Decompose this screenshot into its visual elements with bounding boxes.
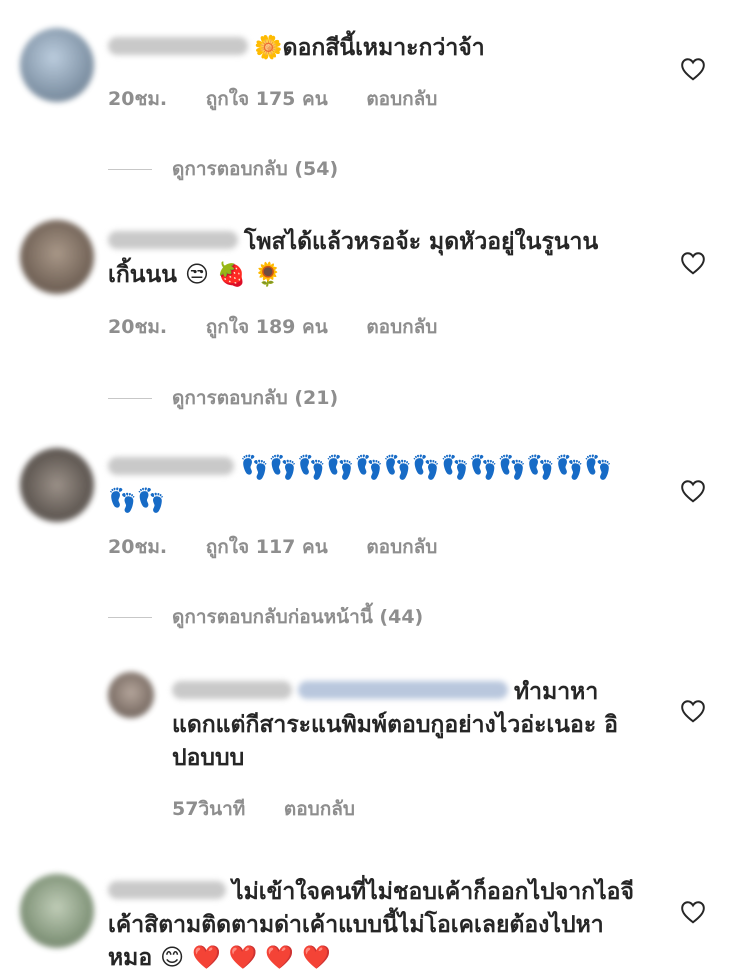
username-blurred[interactable]	[108, 230, 238, 249]
comment-meta: 57วินาที ตอบกลับ	[172, 794, 387, 824]
heart-icon[interactable]	[680, 57, 706, 81]
comment-text: 👣👣👣👣👣👣👣👣👣👣👣👣👣👣👣	[108, 452, 628, 518]
timestamp: 20ชม.	[108, 316, 168, 338]
avatar[interactable]	[20, 220, 94, 294]
timestamp: 20ชม.	[108, 88, 168, 110]
username-blurred[interactable]	[108, 456, 234, 475]
avatar[interactable]	[108, 672, 154, 718]
view-replies-1[interactable]: ดูการตอบกลับ (54)	[108, 154, 338, 184]
divider-line	[108, 617, 152, 618]
like-count[interactable]: ถูกใจ 175 คน	[206, 88, 328, 110]
username-blurred[interactable]	[172, 680, 292, 699]
comment-meta: 20ชม. ถูกใจ 175 คน ตอบกลับ	[108, 84, 469, 114]
view-replies-2[interactable]: ดูการตอบกลับ (21)	[108, 383, 338, 413]
mention-blurred[interactable]	[298, 680, 508, 699]
username-blurred[interactable]	[108, 880, 226, 899]
comment-text: โพสได้แล้วหรอจ้ะ มุดหัวอยู่ในรูนานเกิ้นน…	[108, 226, 648, 292]
comment-meta: 20ชม. ถูกใจ 117 คน ตอบกลับ	[108, 532, 469, 562]
like-count[interactable]: ถูกใจ 117 คน	[206, 536, 328, 558]
comment-body: 🌼ดอกสีนี้เหมาะกว่าจ้า	[254, 35, 485, 61]
view-replies-label[interactable]: ดูการตอบกลับ (21)	[172, 387, 338, 409]
heart-icon[interactable]	[680, 479, 706, 503]
divider-line	[108, 398, 152, 399]
comment-text: ทำมาหาแดกแต่กีสาระแนพิมพ์ตอบกูอย่างไวอ่ะ…	[172, 676, 632, 775]
avatar[interactable]	[20, 28, 94, 102]
view-replies-label[interactable]: ดูการตอบกลับก่อนหน้านี้ (44)	[172, 606, 423, 628]
reply-button[interactable]: ตอบกลับ	[366, 536, 437, 558]
view-replies-label[interactable]: ดูการตอบกลับ (54)	[172, 158, 338, 180]
avatar[interactable]	[20, 448, 94, 522]
comment-text: 🌼ดอกสีนี้เหมาะกว่าจ้า	[108, 32, 648, 65]
timestamp: 20ชม.	[108, 536, 168, 558]
reply-button[interactable]: ตอบกลับ	[366, 88, 437, 110]
reply-button[interactable]: ตอบกลับ	[284, 798, 355, 820]
heart-icon[interactable]	[680, 699, 706, 723]
comment-text: ไม่เข้าใจคนที่ไม่ชอบเค้าก็ออกไปจากไอจีเค…	[108, 876, 636, 975]
username-blurred[interactable]	[108, 36, 248, 55]
heart-icon[interactable]	[680, 251, 706, 275]
reply-button[interactable]: ตอบกลับ	[366, 316, 437, 338]
comment-meta: 20ชม. ถูกใจ 189 คน ตอบกลับ	[108, 312, 469, 342]
like-count[interactable]: ถูกใจ 189 คน	[206, 316, 328, 338]
view-previous-replies[interactable]: ดูการตอบกลับก่อนหน้านี้ (44)	[108, 602, 423, 632]
avatar[interactable]	[20, 874, 94, 948]
heart-icon[interactable]	[680, 900, 706, 924]
divider-line	[108, 169, 152, 170]
timestamp: 57วินาที	[172, 798, 246, 820]
